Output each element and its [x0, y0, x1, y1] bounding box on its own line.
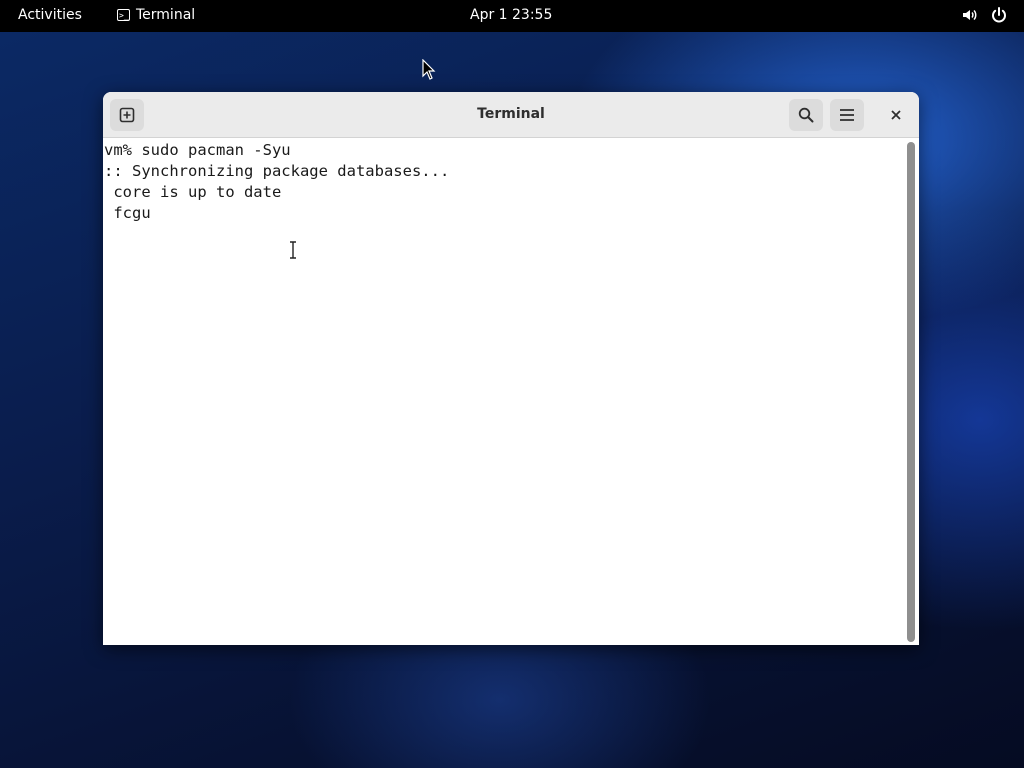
hamburger-menu-icon — [840, 109, 854, 121]
terminal-line: core is up to date — [104, 183, 282, 201]
top-bar: Activities >_ Terminal Apr 1 23:55 — [0, 0, 1024, 32]
search-button[interactable] — [789, 99, 823, 131]
terminal-line: :: Synchronizing package databases... — [104, 162, 450, 180]
power-icon[interactable] — [990, 6, 1008, 24]
text-cursor-icon — [290, 241, 296, 259]
activities-button[interactable]: Activities — [18, 7, 82, 23]
terminal-line: fcgu — [104, 204, 151, 222]
terminal-output[interactable]: vm% sudo pacman -Syu :: Synchronizing pa… — [103, 138, 905, 645]
menu-button[interactable] — [830, 99, 864, 131]
terminal-app-icon: >_ — [117, 9, 130, 21]
scrollbar-thumb[interactable] — [907, 142, 915, 642]
clock[interactable]: Apr 1 23:55 — [470, 7, 552, 23]
search-icon — [798, 107, 814, 123]
volume-icon[interactable] — [961, 6, 979, 24]
terminal-window[interactable]: Terminal vm% sudo pacman -Syu :: Synchro… — [103, 92, 919, 645]
close-button[interactable] — [879, 99, 913, 131]
mouse-pointer-icon — [422, 59, 436, 80]
header-bar[interactable]: Terminal — [103, 92, 919, 138]
close-icon — [891, 110, 901, 120]
app-menu-button[interactable]: >_ Terminal — [117, 7, 195, 23]
app-menu-label: Terminal — [136, 7, 196, 23]
terminal-line: vm% sudo pacman -Syu — [104, 141, 291, 159]
